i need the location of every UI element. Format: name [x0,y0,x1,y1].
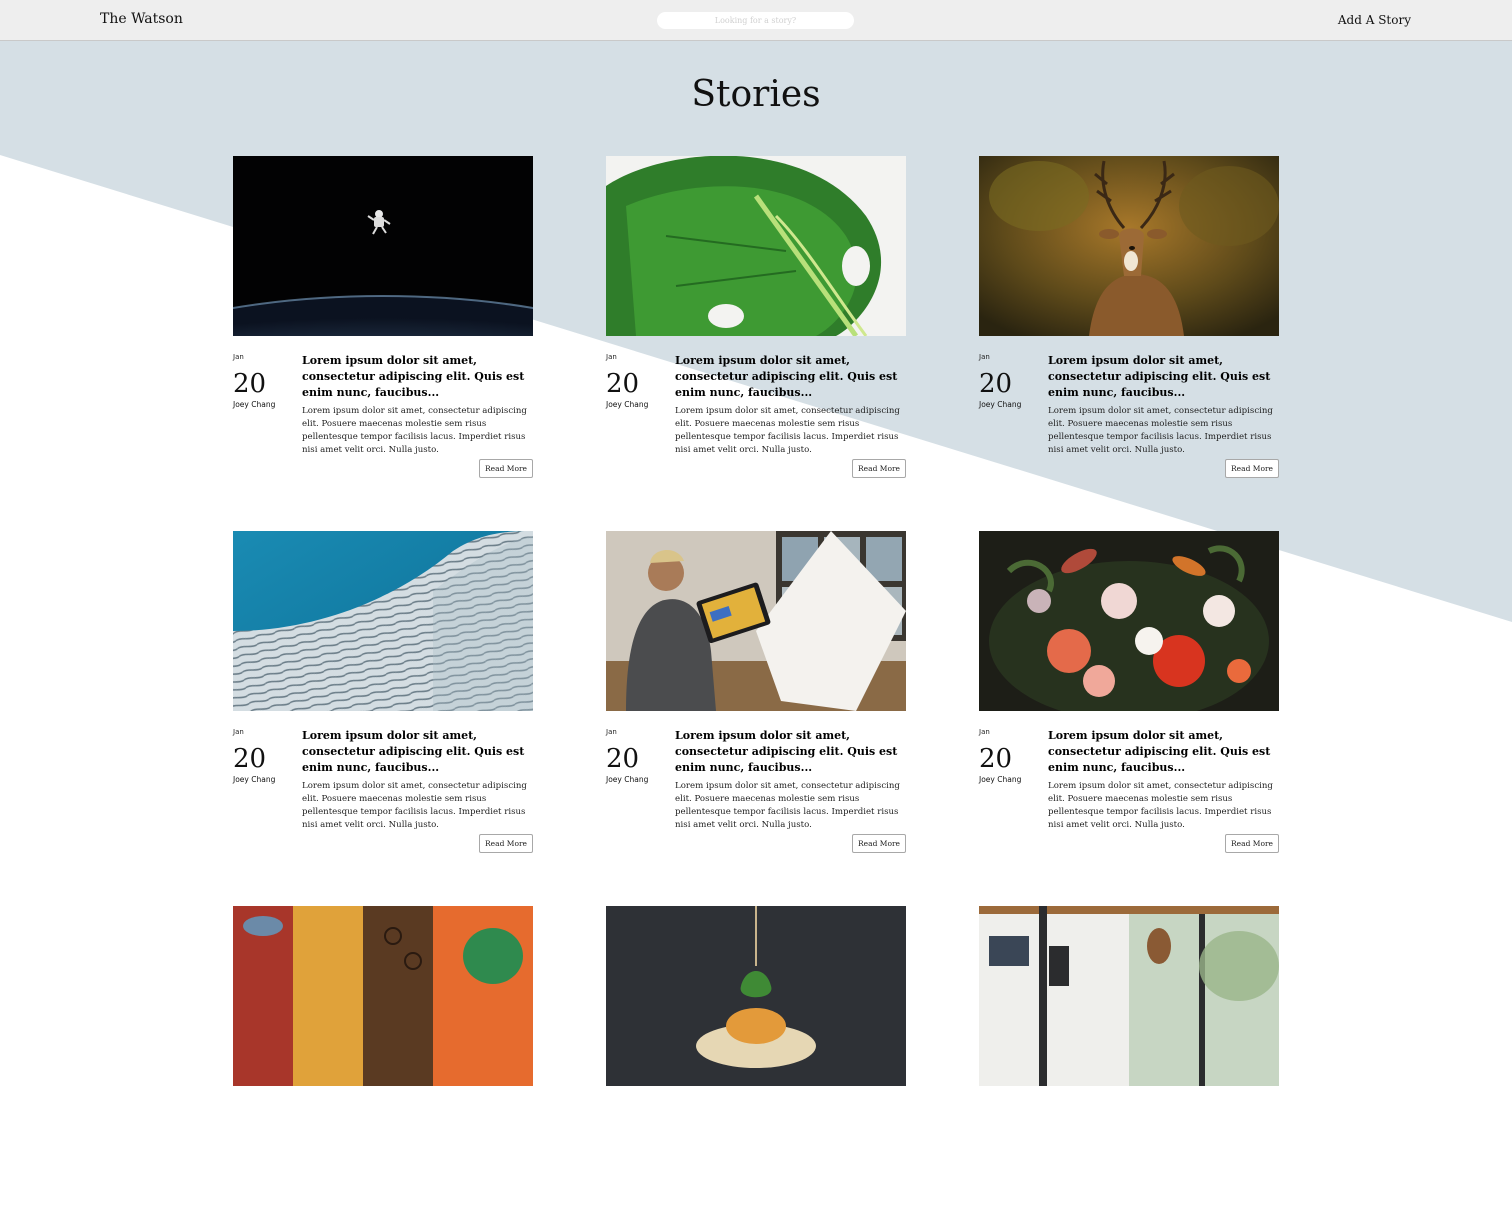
story-card: Jan 20 Joey Chang Lorem ipsum dolor sit … [606,156,906,479]
story-author: Joey Chang [979,775,1022,784]
story-image-monstera[interactable] [606,156,906,336]
stories-grid: Jan 20 Joey Chang Lorem ipsum dolor sit … [233,156,1279,1229]
search-input[interactable] [657,12,854,29]
story-excerpt: Lorem ipsum dolor sit amet, consectetur … [1048,406,1273,455]
story-title[interactable]: Lorem ipsum dolor sit amet, consectetur … [1048,353,1279,401]
story-month: Jan [979,728,990,736]
story-text: Lorem ipsum dolor sit amet, consectetur … [302,728,533,832]
story-month: Jan [233,728,244,736]
story-title[interactable]: Lorem ipsum dolor sit amet, consectetur … [302,728,533,776]
story-card: Jan 20 Joey Chang Lorem ipsum dolor sit … [979,531,1279,854]
story-title[interactable]: Lorem ipsum dolor sit amet, consectetur … [1048,728,1279,776]
story-image-abstract[interactable] [233,906,533,1086]
story-text: Lorem ipsum dolor sit amet, consectetur … [302,353,533,457]
story-month: Jan [606,728,617,736]
story-excerpt: Lorem ipsum dolor sit amet, consectetur … [1048,781,1273,830]
story-text: Lorem ipsum dolor sit amet, consectetur … [1048,353,1279,457]
story-day: 20 [979,369,1013,399]
story-text: Lorem ipsum dolor sit amet, consectetur … [1048,728,1279,832]
story-card: Jan 20 Joey Chang Lorem ipsum dolor sit … [979,156,1279,479]
story-meta: Jan 20 Joey Chang [979,353,1039,409]
story-meta: Jan 20 Joey Chang [606,728,666,784]
top-nav: The Watson Add A Story [0,0,1512,41]
read-more-button[interactable]: Read More [852,834,906,853]
story-card: Jan 20 Joey Chang Lorem ipsum dolor sit … [606,531,906,854]
story-month: Jan [233,353,244,361]
story-day: 20 [606,744,640,774]
story-title[interactable]: Lorem ipsum dolor sit amet, consectetur … [675,353,906,401]
story-excerpt: Lorem ipsum dolor sit amet, consectetur … [675,406,900,455]
story-image-dish[interactable] [606,906,906,1086]
read-more-button[interactable]: Read More [1225,834,1279,853]
story-excerpt: Lorem ipsum dolor sit amet, consectetur … [675,781,900,830]
story-excerpt: Lorem ipsum dolor sit amet, consectetur … [302,781,527,830]
read-more-button[interactable]: Read More [852,459,906,478]
story-card [233,906,533,1229]
story-day: 20 [979,744,1013,774]
story-day: 20 [233,369,267,399]
story-image-artist[interactable] [606,531,906,711]
story-author: Joey Chang [606,775,649,784]
read-more-button[interactable]: Read More [479,459,533,478]
story-card: Jan 20 Joey Chang Lorem ipsum dolor sit … [233,531,533,854]
brand-logo[interactable]: The Watson [100,11,183,27]
story-author: Joey Chang [606,400,649,409]
read-more-button[interactable]: Read More [479,834,533,853]
story-image-interior[interactable] [979,906,1279,1086]
story-author: Joey Chang [979,400,1022,409]
add-story-link[interactable]: Add A Story [1338,13,1411,27]
story-image-astronaut[interactable] [233,156,533,336]
story-excerpt: Lorem ipsum dolor sit amet, consectetur … [302,406,527,455]
story-image-flowers[interactable] [979,531,1279,711]
story-meta: Jan 20 Joey Chang [233,728,293,784]
page-title: Stories [691,74,821,115]
story-text: Lorem ipsum dolor sit amet, consectetur … [675,728,906,832]
story-card [606,906,906,1229]
story-meta: Jan 20 Joey Chang [233,353,293,409]
read-more-button[interactable]: Read More [1225,459,1279,478]
story-image-building[interactable] [233,531,533,711]
story-card: Jan 20 Joey Chang Lorem ipsum dolor sit … [233,156,533,479]
story-card [979,906,1279,1229]
story-title[interactable]: Lorem ipsum dolor sit amet, consectetur … [302,353,533,401]
story-month: Jan [979,353,990,361]
story-meta: Jan 20 Joey Chang [979,728,1039,784]
story-day: 20 [233,744,267,774]
story-day: 20 [606,369,640,399]
story-author: Joey Chang [233,775,276,784]
story-image-deer[interactable] [979,156,1279,336]
story-text: Lorem ipsum dolor sit amet, consectetur … [675,353,906,457]
story-meta: Jan 20 Joey Chang [606,353,666,409]
story-month: Jan [606,353,617,361]
story-author: Joey Chang [233,400,276,409]
story-title[interactable]: Lorem ipsum dolor sit amet, consectetur … [675,728,906,776]
